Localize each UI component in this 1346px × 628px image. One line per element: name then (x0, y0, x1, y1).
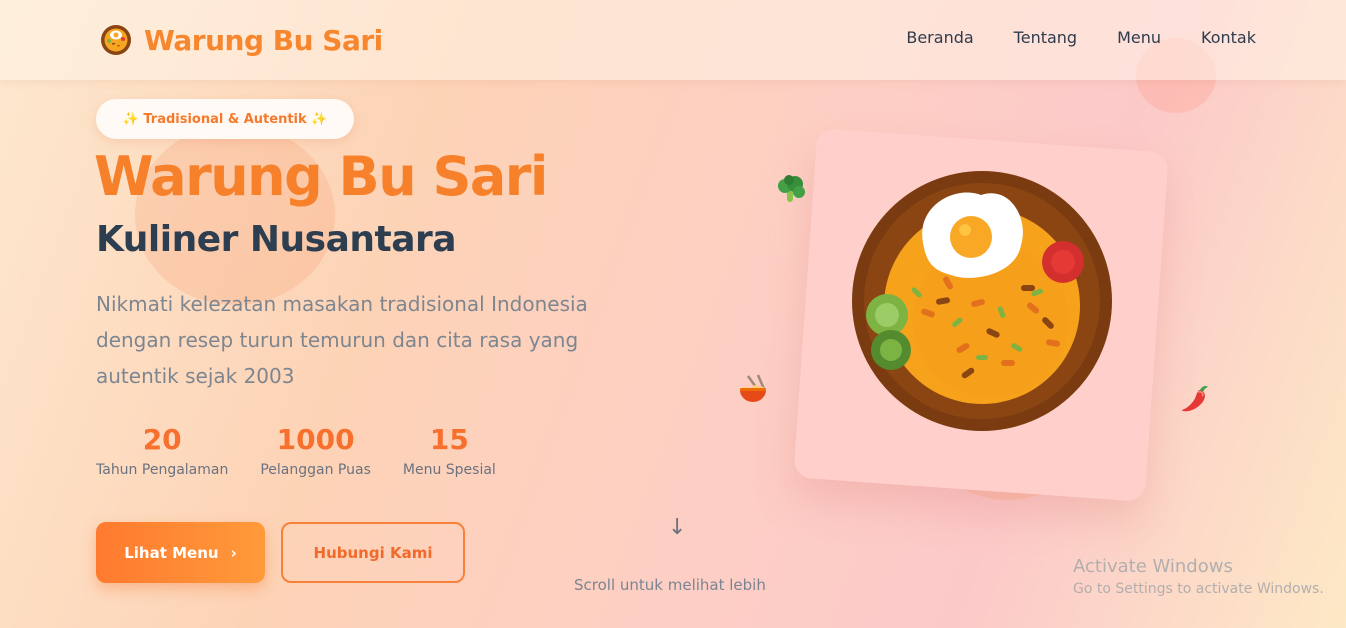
chili-icon (1182, 386, 1208, 412)
stat-customers: 1000 Pelanggan Puas (260, 420, 371, 480)
brand-name: Warung Bu Sari (144, 23, 383, 57)
stat-label: Tahun Pengalaman (96, 462, 229, 478)
hero-badge: ✨ Tradisional & Autentik ✨ (96, 99, 354, 139)
stat-label: Pelanggan Puas (260, 462, 371, 478)
navbar: Warung Bu Sari Beranda Tentang Menu Kont… (0, 0, 1346, 80)
brand-logo[interactable]: Warung Bu Sari (100, 22, 383, 58)
chevron-right-icon: › (230, 543, 237, 562)
arrow-down-icon[interactable]: ↓ (668, 515, 686, 540)
stat-value: 20 (142, 423, 182, 456)
nav-link-menu[interactable]: Menu (1117, 28, 1161, 47)
stat-value: 15 (429, 423, 469, 456)
stat-experience: 20 Tahun Pengalaman (96, 420, 228, 480)
stat-menu: 15 Menu Spesial (403, 420, 496, 480)
broccoli-icon (778, 175, 805, 202)
stat-label: Menu Spesial (402, 462, 496, 478)
stat-value: 1000 (276, 423, 355, 456)
nav-link-kontak[interactable]: Kontak (1201, 28, 1256, 47)
scroll-hint: Scroll untuk melihat lebih (574, 576, 766, 594)
hero-subtitle: Kuliner Nusantara (96, 219, 457, 260)
nav-link-tentang[interactable]: Tentang (1014, 28, 1077, 47)
watermark-title: Activate Windows (1073, 556, 1233, 577)
view-menu-button[interactable]: Lihat Menu › (96, 522, 265, 583)
nav-link-beranda[interactable]: Beranda (906, 28, 973, 47)
hero-title: Warung Bu Sari (94, 145, 548, 208)
nav-menu: Beranda Tentang Menu Kontak (906, 28, 1256, 47)
hero-description: Nikmati kelezatan masakan tradisional In… (96, 292, 588, 388)
food-bowl-icon (101, 25, 131, 55)
view-menu-label: Lihat Menu (124, 543, 219, 562)
noodle-bowl-icon (740, 374, 766, 402)
stats-row: 20 Tahun Pengalaman 1000 Pelanggan Puas … (96, 420, 496, 480)
windows-watermark: Activate Windows Go to Settings to activ… (1073, 556, 1324, 600)
contact-button[interactable]: Hubungi Kami (281, 522, 465, 583)
fried-rice-plate-icon (852, 171, 1112, 431)
watermark-subtitle: Go to Settings to activate Windows. (1073, 581, 1324, 597)
